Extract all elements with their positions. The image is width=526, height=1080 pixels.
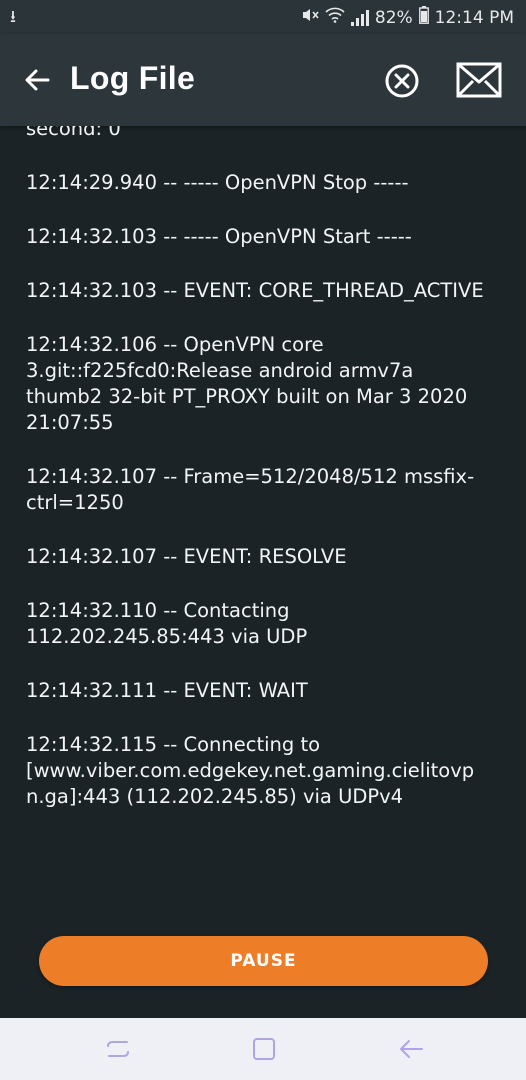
battery-percent: 82% — [374, 7, 413, 28]
download-icon: ⭳ — [10, 7, 16, 27]
app-bar: Log File — [0, 34, 526, 126]
home-icon — [253, 1038, 275, 1060]
clear-log-button[interactable] — [383, 62, 421, 100]
navigation-bar — [0, 1018, 526, 1080]
home-button[interactable] — [249, 1034, 279, 1064]
log-entry: 12:14:32.103 -- ----- OpenVPN Start ----… — [26, 225, 412, 248]
log-entry: 12:14:32.107 -- EVENT: RESOLVE — [26, 545, 347, 568]
log-partial-line: second: 0 — [26, 126, 121, 140]
pause-button[interactable]: PAUSE — [39, 936, 488, 986]
email-log-button[interactable] — [456, 62, 502, 98]
log-entry: 12:14:32.106 -- OpenVPN core 3.git::f225… — [26, 333, 468, 434]
recent-apps-icon — [107, 1041, 129, 1057]
status-bar: ⭳ 82% 12:14 PM — [0, 0, 526, 34]
page-title: Log File — [70, 60, 196, 96]
log-entry: 12:14:32.103 -- EVENT: CORE_THREAD_ACTIV… — [26, 279, 484, 302]
log-entry: 12:14:29.940 -- ----- OpenVPN Stop ----- — [26, 171, 409, 194]
battery-icon — [418, 6, 429, 29]
recent-apps-button[interactable] — [103, 1034, 133, 1064]
back-arrow-icon — [400, 1040, 423, 1058]
wifi-icon — [325, 7, 345, 28]
clock: 12:14 PM — [434, 7, 514, 28]
log-entry: 12:14:32.115 -- Connecting to [www.viber… — [26, 733, 475, 808]
close-circle-icon — [385, 64, 419, 98]
mail-icon — [456, 62, 502, 98]
signal-icon — [350, 9, 369, 26]
mute-icon — [301, 7, 319, 28]
back-button[interactable] — [22, 62, 52, 98]
log-entry: 12:14:32.110 -- Contacting 112.202.245.8… — [26, 599, 308, 648]
log-entry: 12:14:32.111 -- EVENT: WAIT — [26, 679, 308, 702]
arrow-left-icon — [25, 69, 50, 91]
status-icons: 82% 12:14 PM — [301, 6, 514, 29]
log-entry: 12:14:32.107 -- Frame=512/2048/512 mssfi… — [26, 465, 475, 514]
log-view[interactable]: second: 0 12:14:29.940 -- ----- OpenVPN … — [0, 126, 526, 920]
back-nav-button[interactable] — [396, 1034, 426, 1064]
